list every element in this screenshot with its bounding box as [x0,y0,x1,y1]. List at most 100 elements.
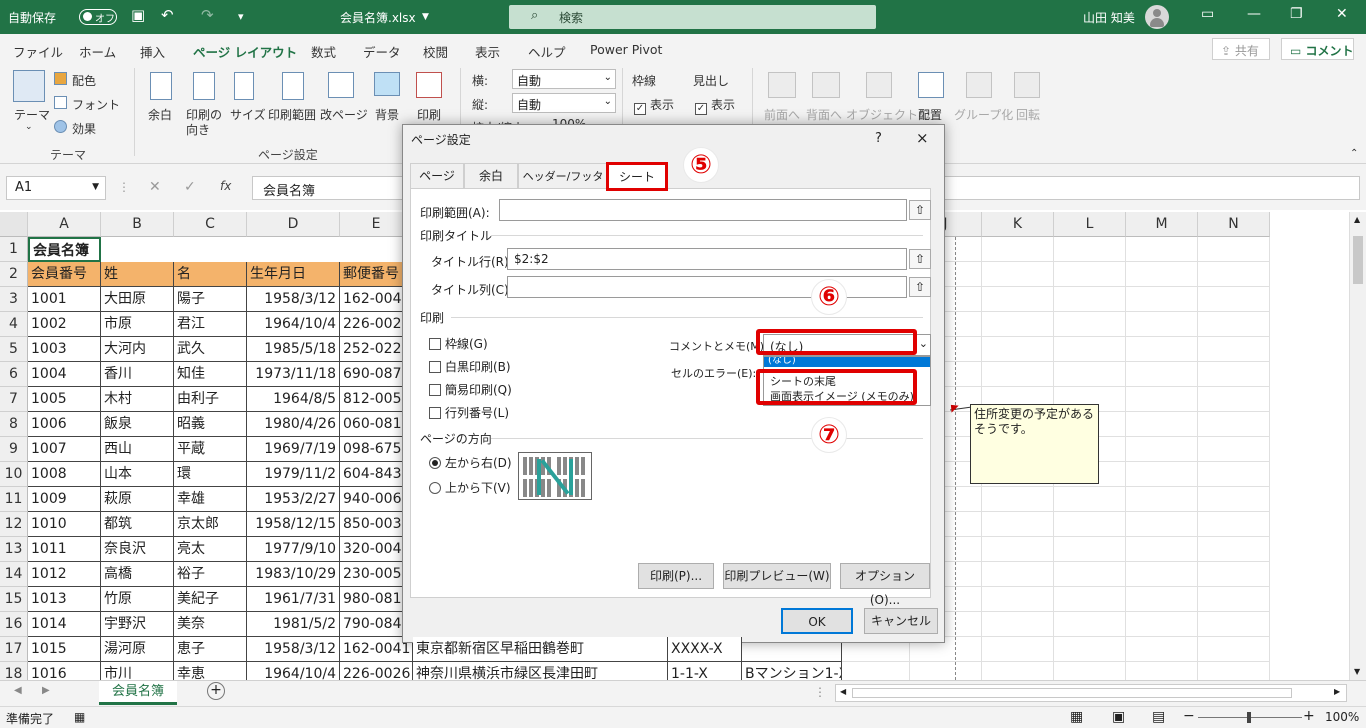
data-cell[interactable]: 幸雄 [174,487,247,512]
gridlines-view-checkbox[interactable]: ✓ 表示 [634,96,674,115]
data-cell[interactable]: 1005 [28,387,101,412]
headings-view-checkbox[interactable]: ✓ 表示 [695,96,735,115]
cell[interactable] [982,337,1054,362]
over-down-radio[interactable]: 上から下(V) [429,479,511,496]
search-box[interactable]: ⌕ 検索 [509,5,876,29]
data-cell[interactable]: 幸恵 [174,662,247,680]
tab-help[interactable]: ヘルプ [528,42,566,61]
cell[interactable] [910,662,982,680]
print-area-button[interactable]: 印刷範囲 [268,106,316,123]
background-button[interactable]: 背景 [375,106,399,123]
cell[interactable] [982,587,1054,612]
cell[interactable] [982,512,1054,537]
row-header-15[interactable]: 15 [0,587,28,612]
print-area-input[interactable] [499,199,907,221]
zoom-slider-thumb[interactable] [1247,712,1251,723]
name-box[interactable]: A1 ▼ [6,176,106,200]
enter-icon[interactable]: ✓ [184,179,196,195]
data-cell[interactable]: 1009 [28,487,101,512]
cell-title[interactable]: 会員名簿 [28,237,101,262]
data-cell[interactable]: 奈良沢 [101,537,174,562]
cell[interactable] [842,662,910,680]
data-cell[interactable]: 美紀子 [174,587,247,612]
data-cell[interactable]: 大河内 [101,337,174,362]
hscroll-thumb[interactable] [852,688,1292,698]
send-backward-button[interactable]: 背面へ [806,106,842,123]
cell[interactable] [1126,562,1198,587]
zoom-level[interactable]: 100% [1325,710,1359,724]
tab-data[interactable]: データ [363,42,401,61]
collapse-range-icon[interactable]: ⇧ [909,249,931,269]
normal-view-icon[interactable]: ▦ [1070,709,1083,725]
width-select[interactable]: 自動 ⌄ [512,69,616,89]
column-header-D[interactable]: D [247,212,340,237]
cell[interactable] [1126,312,1198,337]
cell[interactable] [1054,637,1126,662]
data-cell[interactable]: 大田原 [101,287,174,312]
row-header-6[interactable]: 6 [0,362,28,387]
cell[interactable] [982,487,1054,512]
cell[interactable] [1198,637,1270,662]
row-header-8[interactable]: 8 [0,412,28,437]
cell[interactable] [1054,612,1126,637]
print-titles-button[interactable]: 印刷 [417,106,441,123]
macro-record-icon[interactable]: ▦ [74,710,85,724]
data-cell[interactable]: 1958/3/12 [247,287,340,312]
page-break-view-icon[interactable]: ▤ [1152,709,1165,725]
cancel-button[interactable]: キャンセル [864,608,938,634]
data-cell[interactable]: 市川 [101,662,174,680]
data-cell[interactable]: 1980/4/26 [247,412,340,437]
cell[interactable] [982,287,1054,312]
cell[interactable] [1126,237,1198,262]
data-cell[interactable]: 都筑 [101,512,174,537]
collapse-ribbon-icon[interactable]: ⌃ [1350,148,1358,159]
cancel-icon[interactable]: ✕ [149,179,161,195]
select-all[interactable] [0,212,28,237]
colors-button[interactable]: 配色 [72,72,96,89]
data-cell[interactable]: 君江 [174,312,247,337]
header-cell[interactable]: 生年月日 [247,262,340,287]
tab-header-footer[interactable]: ヘッダー/フッター [518,163,608,208]
tab-page[interactable]: ページ [410,163,464,189]
cell[interactable] [982,262,1054,287]
data-cell[interactable]: 湯河原 [101,637,174,662]
data-cell[interactable]: 1964/10/4 [247,312,340,337]
data-cell[interactable]: 香川 [101,362,174,387]
data-cell[interactable]: 1012 [28,562,101,587]
cell[interactable] [1198,387,1270,412]
cell[interactable] [1126,612,1198,637]
cell[interactable] [1054,237,1126,262]
cell[interactable] [1126,487,1198,512]
data-cell[interactable]: 1969/7/19 [247,437,340,462]
cell[interactable] [1054,362,1126,387]
data-cell[interactable]: 環 [174,462,247,487]
data-cell[interactable]: 木村 [101,387,174,412]
data-cell[interactable]: XXXX-X [668,637,742,662]
comment-button[interactable]: ▭ コメント [1281,38,1354,60]
tab-sheet[interactable]: シート [606,162,668,191]
bw-checkbox[interactable]: 白黒印刷(B) [429,358,511,375]
data-cell[interactable]: Bマンション1-XXX [742,662,842,680]
scroll-left-icon[interactable]: ◀ [840,687,846,696]
cell[interactable] [1198,337,1270,362]
data-cell[interactable]: 1008 [28,462,101,487]
page-layout-view-icon[interactable]: ▣ [1112,709,1125,725]
scroll-up-icon[interactable]: ▲ [1354,215,1360,224]
minimize-icon[interactable]: — [1247,6,1261,22]
scroll-thumb[interactable] [1353,236,1363,284]
data-cell[interactable]: 陽子 [174,287,247,312]
data-cell[interactable]: 裕子 [174,562,247,587]
data-cell[interactable]: 1964/10/4 [247,662,340,680]
data-cell[interactable]: 1964/8/5 [247,387,340,412]
cell[interactable] [1126,337,1198,362]
group-button[interactable]: グループ化 [954,106,1013,123]
dropdown-option-none[interactable]: (なし) [764,357,930,367]
data-cell[interactable]: 山本 [101,462,174,487]
down-over-radio[interactable]: 左から右(D) [429,454,512,471]
row-header-11[interactable]: 11 [0,487,28,512]
restore-icon[interactable]: ❐ [1290,6,1303,22]
cell[interactable] [1198,537,1270,562]
data-cell[interactable]: 昭義 [174,412,247,437]
ok-button[interactable]: OK [781,608,853,634]
cell[interactable] [1198,587,1270,612]
